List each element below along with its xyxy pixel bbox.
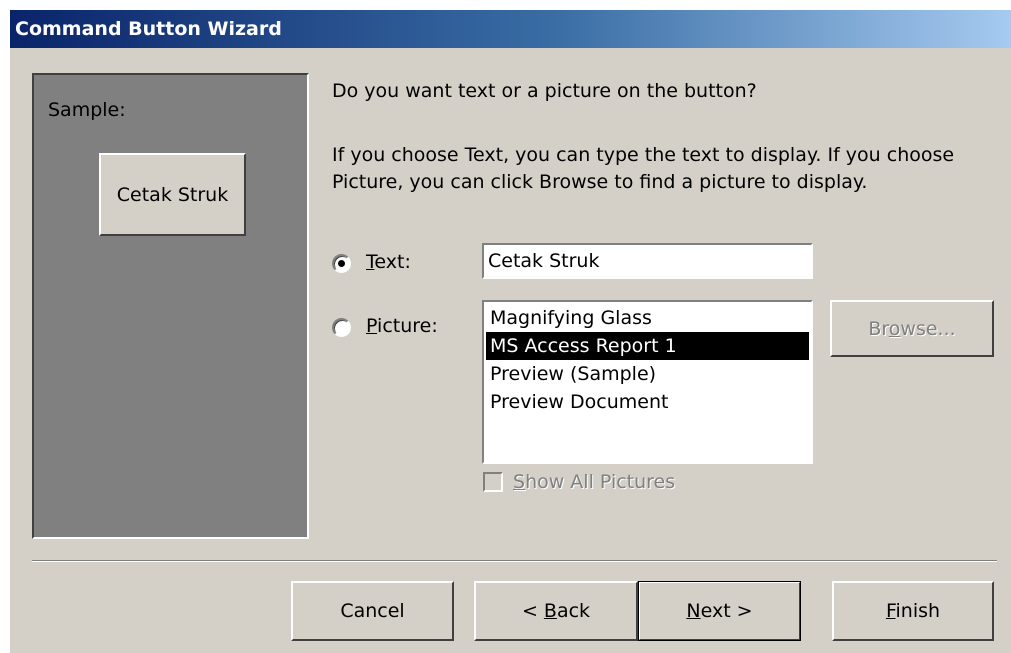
finish-button[interactable]: Finish [832,581,994,641]
finish-button-label: Finish [885,600,941,622]
sample-button-preview: Cetak Struk [99,153,246,236]
text-radio-label[interactable]: Text: [366,251,411,273]
show-all-pictures-label[interactable]: Show All Pictures [513,471,675,493]
button-text-input[interactable] [482,243,813,279]
picture-radio[interactable] [332,318,351,337]
browse-button[interactable]: Browse... [830,300,994,357]
sample-panel: Sample: Cetak Struk [32,73,309,539]
next-button[interactable]: Next > [638,581,801,641]
title-bar: Command Button Wizard [10,10,1011,48]
question-text: Do you want text or a picture on the but… [332,80,757,102]
list-item[interactable]: Magnifying Glass [486,304,809,332]
list-item-selected[interactable]: MS Access Report 1 [486,332,809,360]
picture-radio-label[interactable]: Picture: [366,315,438,337]
list-item[interactable]: Preview (Sample) [486,360,809,388]
cancel-button[interactable]: Cancel [291,581,454,641]
separator [32,560,997,562]
show-all-pictures-checkbox[interactable] [483,472,503,492]
list-item[interactable]: Preview Document [486,388,809,416]
back-button[interactable]: < Back [474,581,638,641]
next-button-label: Next > [686,600,753,622]
sample-label: Sample: [48,99,126,121]
help-text: If you choose Text, you can type the tex… [332,144,955,193]
picture-listbox[interactable]: Magnifying Glass MS Access Report 1 Prev… [482,300,813,464]
cancel-button-label: Cancel [340,600,405,622]
sample-button-text: Cetak Struk [116,183,229,206]
radio-selected-dot [338,260,345,267]
back-button-label: < Back [521,600,591,622]
wizard-window: Command Button Wizard Sample: Cetak Stru… [10,10,1011,653]
window-title: Command Button Wizard [15,18,282,40]
text-radio[interactable] [332,254,351,273]
